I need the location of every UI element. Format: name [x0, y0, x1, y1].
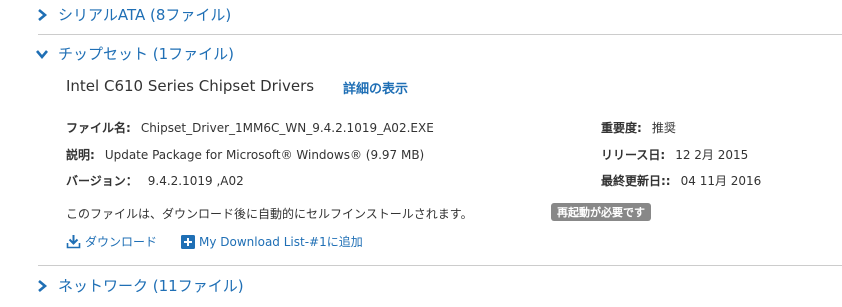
divider: [38, 34, 842, 35]
restart-required-badge: 再起動が必要です: [551, 203, 651, 221]
divider: [38, 265, 842, 266]
section-chipset[interactable]: チップセット (1ファイル): [35, 43, 235, 64]
chevron-down-icon: [35, 47, 49, 61]
section-network[interactable]: ネットワーク (11ファイル): [38, 275, 244, 296]
file-name-value: Chipset_Driver_1MM6C_WN_9.4.2.1019_A02.E…: [140, 121, 434, 135]
release-date-value: 12 2月 2015: [675, 148, 749, 162]
auto-install-note: このファイルは、ダウンロード後に自動的にセルフインストールされます。: [66, 207, 473, 221]
description-value: Update Package for Microsoft® Windows® (…: [104, 148, 425, 162]
add-to-download-list-button[interactable]: My Download List-#1に追加: [181, 233, 363, 250]
view-details-link[interactable]: 詳細の表示: [343, 78, 408, 97]
section-label: シリアルATA (8ファイル): [58, 6, 232, 24]
version-field: バージョン： 9.4.2.1019 ,A02: [66, 172, 244, 189]
chevron-right-icon: [35, 279, 49, 293]
add-to-list-label: My Download List-#1に追加: [199, 235, 363, 249]
release-date-field: リリース日: 12 2月 2015: [601, 146, 748, 163]
description-label: 説明:: [66, 148, 95, 162]
release-date-label: リリース日:: [601, 148, 666, 162]
driver-title: Intel C610 Series Chipset Drivers: [66, 77, 315, 95]
last-updated-field: 最終更新日:: 04 11月 2016: [601, 172, 761, 189]
file-name-field: ファイル名: Chipset_Driver_1MM6C_WN_9.4.2.1019…: [66, 119, 434, 136]
importance-value: 推奨: [651, 121, 676, 135]
description-field: 説明: Update Package for Microsoft® Windows…: [66, 146, 424, 163]
version-value: 9.4.2.1019 ,A02: [147, 174, 244, 188]
plus-square-icon: [181, 234, 195, 249]
chevron-right-icon: [35, 8, 49, 22]
version-label: バージョン：: [66, 174, 138, 188]
section-label: ネットワーク (11ファイル): [58, 277, 244, 295]
download-icon: [66, 235, 81, 249]
section-label: チップセット (1ファイル): [58, 45, 235, 63]
importance-label: 重要度:: [601, 121, 642, 135]
download-button[interactable]: ダウンロード: [66, 233, 157, 250]
last-updated-value: 04 11月 2016: [680, 174, 762, 188]
download-label: ダウンロード: [85, 235, 158, 249]
file-name-label: ファイル名:: [66, 121, 131, 135]
importance-field: 重要度: 推奨: [601, 119, 676, 136]
last-updated-label: 最終更新日::: [601, 174, 671, 188]
section-serial-ata[interactable]: シリアルATA (8ファイル): [38, 4, 231, 25]
